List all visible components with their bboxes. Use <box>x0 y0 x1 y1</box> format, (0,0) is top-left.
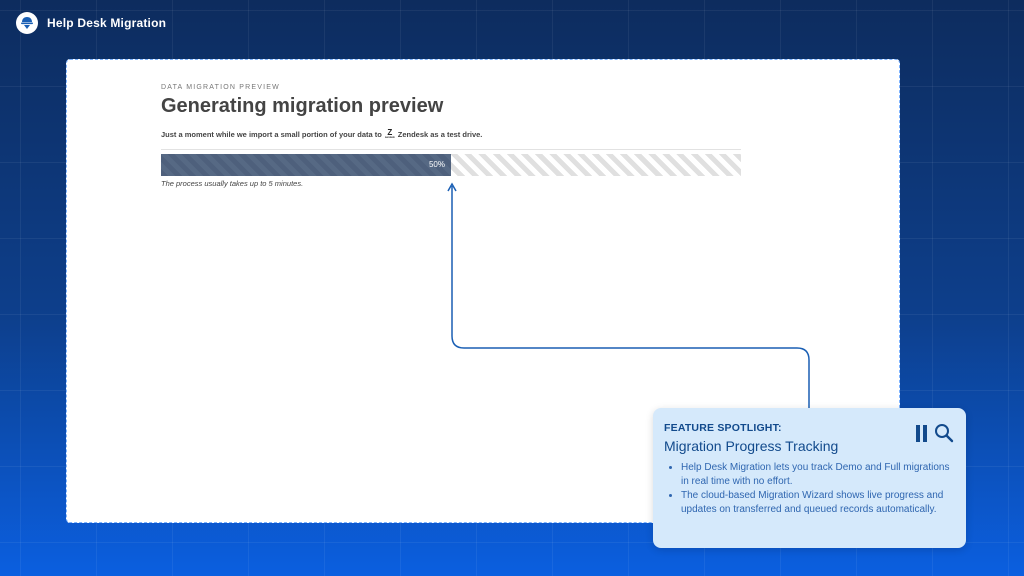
subtitle-suffix: Zendesk as a test drive. <box>397 129 483 139</box>
help-desk-migration-logo-icon <box>16 12 38 34</box>
duration-note: The process usually takes up to 5 minute… <box>161 178 304 188</box>
spotlight-controls <box>916 423 954 443</box>
preview-overline: DATA MIGRATION PREVIEW <box>161 84 280 91</box>
pause-bar <box>916 424 920 442</box>
list-item: The cloud-based Migration Wizard shows l… <box>681 489 954 516</box>
pause-bar <box>923 424 927 442</box>
progress-fill: 50% <box>161 153 451 176</box>
zendesk-logo-icon: Z zendesk <box>385 129 395 140</box>
list-item: Help Desk Migration lets you track Demo … <box>681 461 954 488</box>
migration-progress-bar: 50% <box>161 153 741 176</box>
spotlight-overline: FEATURE SPOTLIGHT: <box>664 422 782 434</box>
progress-label: 50% <box>428 159 445 169</box>
spotlight-title: Migration Progress Tracking <box>664 438 839 454</box>
preview-subtitle: Just a moment while we import a small po… <box>161 129 741 140</box>
zendesk-logo-text: zendesk <box>384 136 395 139</box>
preview-content: DATA MIGRATION PREVIEW Generating migrat… <box>161 84 741 188</box>
app-title: Help Desk Migration <box>47 16 167 30</box>
search-icon[interactable] <box>934 423 954 443</box>
spotlight-bullets: Help Desk Migration lets you track Demo … <box>664 461 954 516</box>
subtitle-prefix: Just a moment while we import a small po… <box>161 129 382 139</box>
pause-icon[interactable] <box>916 424 927 442</box>
divider <box>161 148 741 150</box>
app-header: Help Desk Migration <box>16 12 166 34</box>
feature-spotlight-card: FEATURE SPOTLIGHT: Migration Progress Tr… <box>653 408 966 548</box>
page-title: Generating migration preview <box>161 95 444 117</box>
